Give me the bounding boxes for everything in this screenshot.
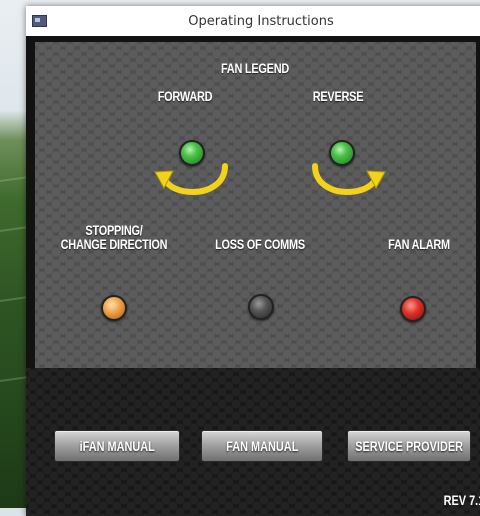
service-provider-button-label: SERVICE PROVIDER — [355, 438, 463, 454]
forward-label: FORWARD — [157, 88, 213, 104]
loss-of-comms-indicator-led — [248, 294, 274, 320]
fan-legend-title: FAN LEGEND — [220, 60, 290, 76]
service-provider-button[interactable]: SERVICE PROVIDER — [347, 430, 471, 462]
forward-indicator-led — [179, 140, 205, 166]
app-icon[interactable] — [32, 15, 47, 27]
window-title: Operating Instructions — [188, 13, 334, 29]
fan-alarm-indicator-led — [400, 296, 426, 322]
change-direction-label: CHANGE DIRECTION — [60, 236, 168, 252]
reverse-arrow-icon — [312, 163, 386, 196]
revision-label: REV 7.1.2.7 — [443, 492, 480, 508]
button-area: iFAN MANUAL FAN MANUAL SERVICE PROVIDER … — [26, 368, 480, 516]
fan-alarm-label: FAN ALARM — [388, 236, 450, 252]
stopping-indicator-led — [101, 295, 127, 321]
loss-of-comms-label: LOSS OF COMMS — [215, 236, 305, 252]
fan-manual-button-label: FAN MANUAL — [225, 438, 299, 454]
ifan-manual-button[interactable]: iFAN MANUAL — [54, 430, 180, 462]
fan-manual-button[interactable]: FAN MANUAL — [201, 430, 323, 462]
reverse-indicator-led — [329, 140, 355, 166]
title-bar[interactable]: Operating Instructions — [26, 6, 480, 36]
fan-legend-panel: FAN LEGEND FORWARD REVERSE STOPPING/ CHA… — [35, 42, 476, 368]
ifan-manual-button-label: iFAN MANUAL — [79, 438, 155, 454]
operating-instructions-window: Operating Instructions FAN LEGEND FORWAR… — [26, 6, 480, 516]
reverse-label: REVERSE — [312, 88, 364, 104]
